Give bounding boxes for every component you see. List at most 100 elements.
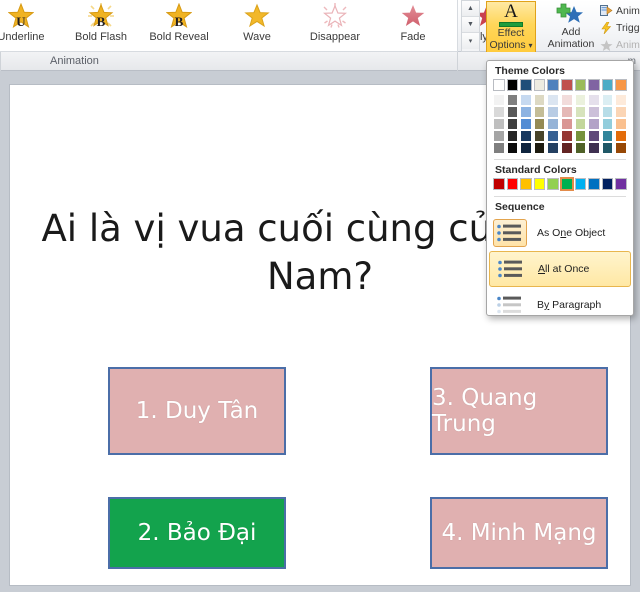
theme-color-swatch-4[interactable] <box>547 79 559 91</box>
standard-colors-grid[interactable] <box>487 177 633 191</box>
theme-variant-swatch-0-1[interactable] <box>506 94 519 106</box>
standard-color-swatch-0[interactable] <box>493 178 505 190</box>
animation-effect-underline[interactable]: U Underline <box>0 1 60 51</box>
theme-color-swatch-3[interactable] <box>533 79 546 91</box>
theme-variant-row-0[interactable] <box>493 94 627 106</box>
theme-variant-swatch-0-4[interactable] <box>547 94 559 106</box>
animation-effect-fade[interactable]: Fade <box>374 1 452 51</box>
scroll-up-icon[interactable]: ▲ <box>462 1 479 17</box>
standard-colors-row[interactable] <box>493 177 627 191</box>
theme-variant-swatch-1-2[interactable] <box>520 106 532 118</box>
theme-color-swatch-9[interactable] <box>615 79 627 91</box>
animation-gallery[interactable]: U Underline B Bold Flash B Bold Reveal W… <box>0 0 509 52</box>
theme-variant-swatch-1-4[interactable] <box>547 106 559 118</box>
answer-box-3[interactable]: 3. Quang Trung <box>430 367 608 455</box>
theme-variant-swatch-4-3[interactable] <box>533 142 546 154</box>
theme-variant-swatch-0-3[interactable] <box>533 94 546 106</box>
theme-variant-swatch-3-8[interactable] <box>601 130 614 142</box>
add-animation-button[interactable]: Add Animation ▾ <box>545 1 597 60</box>
theme-variant-swatch-0-6[interactable] <box>574 94 587 106</box>
theme-variant-swatch-4-0[interactable] <box>493 142 505 154</box>
theme-variant-swatch-1-7[interactable] <box>588 106 600 118</box>
theme-variant-row-2[interactable] <box>493 118 627 130</box>
standard-color-swatch-8[interactable] <box>601 178 614 190</box>
standard-color-swatch-9[interactable] <box>615 178 627 190</box>
animation-effect-disappear[interactable]: Disappear <box>296 1 374 51</box>
standard-color-swatch-5[interactable] <box>560 177 574 191</box>
animation-effect-bold-flash[interactable]: B Bold Flash <box>62 1 140 51</box>
theme-variant-swatch-0-5[interactable] <box>560 94 573 106</box>
theme-color-swatch-2[interactable] <box>520 79 532 91</box>
theme-variant-swatch-2-9[interactable] <box>615 118 627 130</box>
standard-color-swatch-3[interactable] <box>533 178 546 190</box>
theme-variant-swatch-1-8[interactable] <box>601 106 614 118</box>
answer-box-1[interactable]: 1. Duy Tân <box>108 367 286 455</box>
theme-variant-row-4[interactable] <box>493 142 627 154</box>
theme-colors-grid[interactable] <box>487 79 633 154</box>
theme-variant-row-1[interactable] <box>493 106 627 118</box>
animation-effect-bold-reveal[interactable]: B Bold Reveal <box>140 1 218 51</box>
sequence-item-all-at-once[interactable]: All at Once <box>489 251 631 287</box>
theme-variant-row-3[interactable] <box>493 130 627 142</box>
theme-color-swatch-6[interactable] <box>574 79 587 91</box>
theme-variant-swatch-4-5[interactable] <box>560 142 573 154</box>
theme-variant-swatch-0-9[interactable] <box>615 94 627 106</box>
sequence-item-as-one-object[interactable]: As One Object <box>489 215 631 251</box>
theme-color-swatch-0[interactable] <box>493 79 505 91</box>
theme-variant-swatch-4-8[interactable] <box>601 142 614 154</box>
theme-variant-swatch-3-4[interactable] <box>547 130 559 142</box>
theme-variant-swatch-3-9[interactable] <box>615 130 627 142</box>
theme-variant-swatch-4-2[interactable] <box>520 142 532 154</box>
theme-variant-swatch-4-9[interactable] <box>615 142 627 154</box>
gallery-more-icon[interactable]: ▾ <box>462 33 479 49</box>
theme-color-swatch-7[interactable] <box>588 79 600 91</box>
theme-variant-swatch-0-7[interactable] <box>588 94 600 106</box>
theme-color-swatch-1[interactable] <box>506 79 519 91</box>
standard-color-swatch-6[interactable] <box>574 178 587 190</box>
trigger-button[interactable]: Trigge <box>600 19 640 36</box>
theme-variant-swatch-1-9[interactable] <box>615 106 627 118</box>
theme-variant-swatch-0-0[interactable] <box>493 94 505 106</box>
theme-variant-swatch-3-7[interactable] <box>588 130 600 142</box>
theme-variant-swatch-2-7[interactable] <box>588 118 600 130</box>
theme-variant-swatch-3-2[interactable] <box>520 130 532 142</box>
theme-variant-swatch-4-7[interactable] <box>588 142 600 154</box>
theme-color-swatch-8[interactable] <box>601 79 614 91</box>
theme-variant-swatch-2-8[interactable] <box>601 118 614 130</box>
theme-variant-swatch-1-3[interactable] <box>533 106 546 118</box>
theme-variant-swatch-2-5[interactable] <box>560 118 573 130</box>
theme-variant-swatch-0-8[interactable] <box>601 94 614 106</box>
theme-variant-swatch-3-6[interactable] <box>574 130 587 142</box>
theme-variant-swatch-3-3[interactable] <box>533 130 546 142</box>
animation-pane-button[interactable]: Anima <box>600 2 640 19</box>
gallery-scrollbar[interactable]: ▲ ▼ ▾ <box>461 0 480 52</box>
scroll-down-icon[interactable]: ▼ <box>462 17 479 33</box>
theme-variant-swatch-0-2[interactable] <box>520 94 532 106</box>
standard-color-swatch-4[interactable] <box>547 178 559 190</box>
effect-options-button[interactable]: A Effect Options ▾ <box>486 1 536 53</box>
theme-variant-swatch-4-6[interactable] <box>574 142 587 154</box>
standard-color-swatch-2[interactable] <box>520 178 532 190</box>
theme-variant-swatch-2-1[interactable] <box>506 118 519 130</box>
theme-variant-swatch-2-2[interactable] <box>520 118 532 130</box>
theme-colors-top-row[interactable] <box>493 79 627 91</box>
theme-variant-swatch-3-0[interactable] <box>493 130 505 142</box>
theme-colors-variant-rows[interactable] <box>493 94 627 154</box>
theme-variant-swatch-1-1[interactable] <box>506 106 519 118</box>
theme-variant-swatch-3-1[interactable] <box>506 130 519 142</box>
theme-variant-swatch-2-4[interactable] <box>547 118 559 130</box>
animation-effect-wave[interactable]: Wave <box>218 1 296 51</box>
theme-variant-swatch-1-0[interactable] <box>493 106 505 118</box>
theme-variant-swatch-4-4[interactable] <box>547 142 559 154</box>
sequence-item-by-paragraph[interactable]: By Paragraph <box>489 287 631 315</box>
theme-variant-swatch-1-6[interactable] <box>574 106 587 118</box>
standard-color-swatch-7[interactable] <box>588 178 600 190</box>
standard-color-swatch-1[interactable] <box>506 178 519 190</box>
answer-box-2[interactable]: 2. Bảo Đại <box>108 497 286 569</box>
theme-variant-swatch-4-1[interactable] <box>506 142 519 154</box>
theme-variant-swatch-1-5[interactable] <box>560 106 573 118</box>
theme-color-swatch-5[interactable] <box>560 79 573 91</box>
theme-variant-swatch-3-5[interactable] <box>560 130 573 142</box>
theme-variant-swatch-2-6[interactable] <box>574 118 587 130</box>
effect-options-dropdown[interactable]: Theme Colors Standard Colors Sequence As… <box>486 60 634 316</box>
